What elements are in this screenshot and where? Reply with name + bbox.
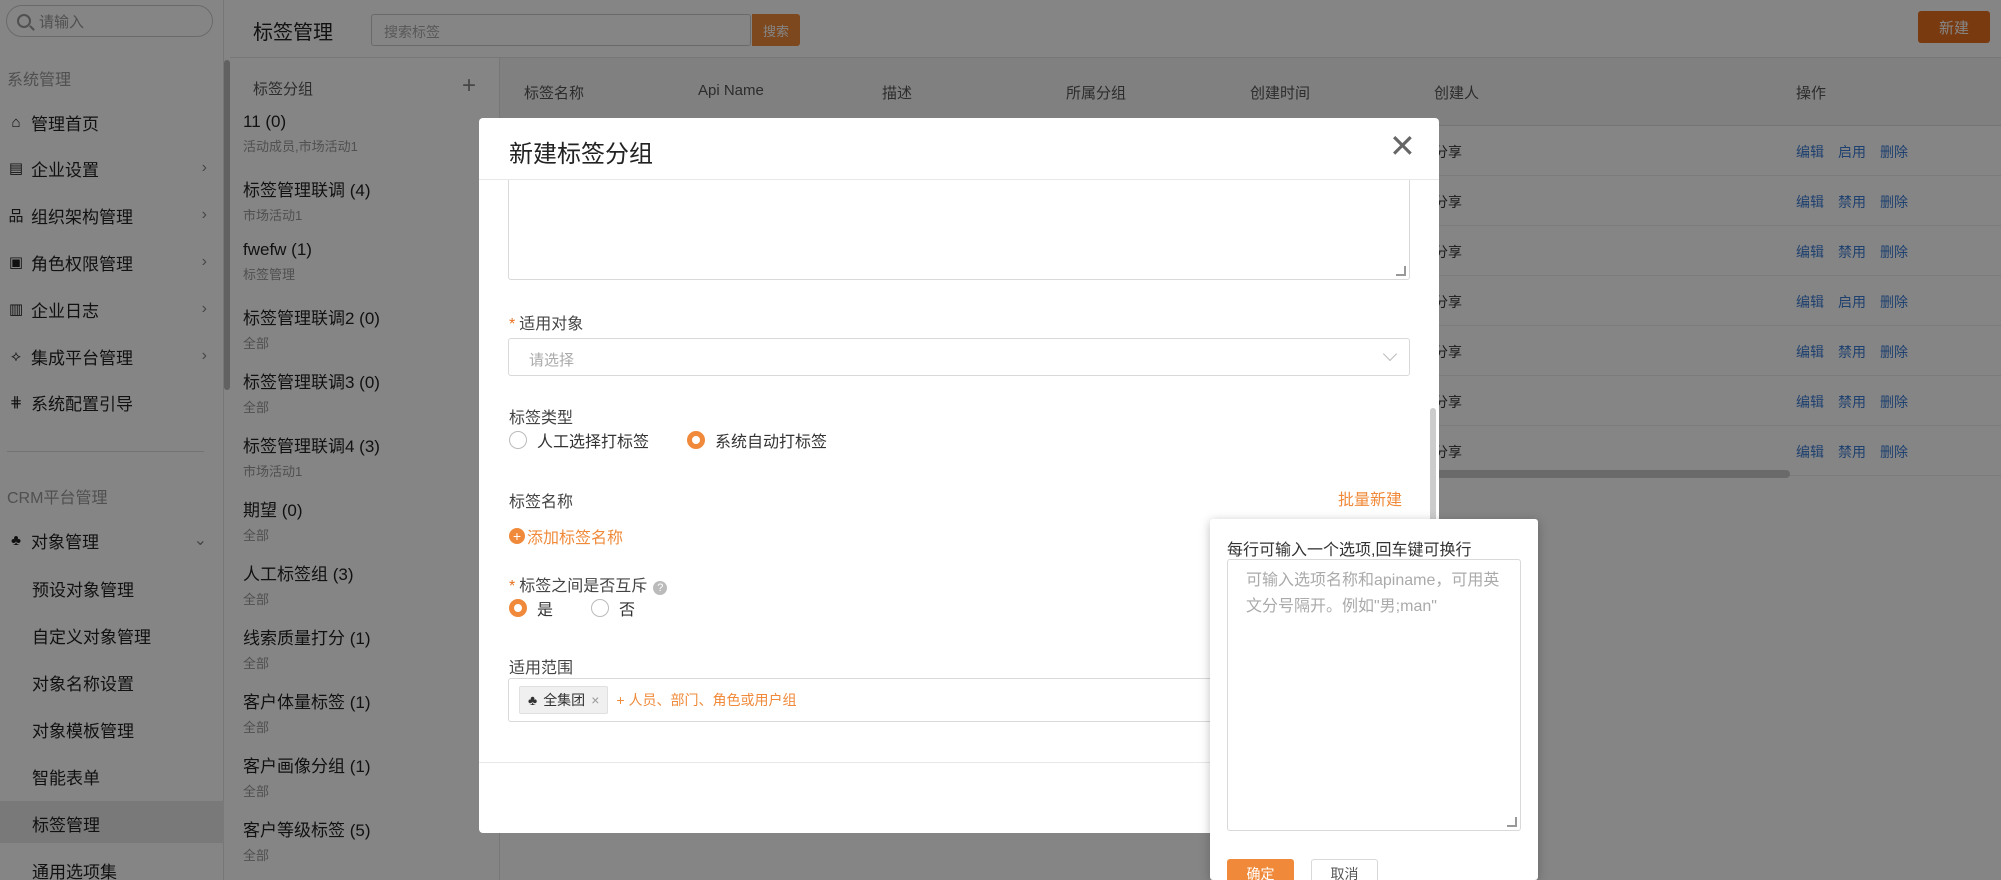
modal-header: 新建标签分组 ✕ — [479, 118, 1439, 180]
mutex-option-no[interactable]: 否 — [591, 596, 635, 620]
batch-create-popover: 每行可输入一个选项,回车键可换行 可输入选项名称和apiname，可用英文分号隔… — [1210, 519, 1538, 880]
applicable-object-label: * 适用对象 — [509, 310, 583, 334]
tag-type-option-manual[interactable]: 人工选择打标签 — [509, 428, 649, 452]
help-icon[interactable]: ? — [653, 581, 668, 595]
tag-type-radio-group: 人工选择打标签 系统自动打标签 — [509, 428, 865, 452]
radio-icon — [591, 599, 610, 617]
radio-label: 是 — [537, 602, 554, 619]
batch-create-link[interactable]: 批量新建 — [1338, 486, 1402, 510]
applicable-object-select[interactable]: 请选择 — [508, 338, 1410, 376]
cancel-button[interactable]: 取消 — [1311, 859, 1378, 880]
select-placeholder: 请选择 — [529, 352, 575, 369]
add-scope-link[interactable]: + 人员、部门、角色或用户组 — [616, 690, 796, 710]
confirm-button[interactable]: 确定 — [1227, 859, 1294, 880]
description-textarea[interactable] — [508, 180, 1410, 280]
tag-name-label: 标签名称 — [509, 494, 574, 511]
remove-tag-icon[interactable]: × — [591, 692, 599, 708]
popover-label: 每行可输入一个选项,回车键可换行 — [1227, 542, 1472, 559]
group-icon: ♣ — [528, 692, 538, 708]
chevron-down-icon — [1382, 346, 1398, 362]
close-icon[interactable]: ✕ — [1389, 130, 1416, 162]
mutex-option-yes[interactable]: 是 — [509, 596, 553, 620]
radio-label: 系统自动打标签 — [715, 434, 828, 451]
add-circle-icon: + — [509, 528, 525, 544]
resize-grip-icon — [1507, 817, 1517, 827]
radio-checked-icon — [687, 431, 706, 449]
tag-type-option-auto[interactable]: 系统自动打标签 — [687, 428, 827, 452]
add-tag-name-button[interactable]: + 添加标签名称 — [509, 524, 623, 548]
mutex-radio-group: 是 否 — [509, 596, 673, 620]
add-link-label: 添加标签名称 — [527, 530, 624, 547]
scope-tag: ♣ 全集团 × — [519, 686, 609, 714]
required-mark: * — [509, 578, 516, 595]
scope-tag-label: 全集团 — [543, 692, 586, 708]
required-mark: * — [509, 316, 516, 333]
label-text: 适用对象 — [519, 316, 584, 333]
radio-label: 否 — [619, 602, 636, 619]
textarea-placeholder: 可输入选项名称和apiname，可用英文分号隔开。例如"男;man" — [1246, 572, 1500, 615]
radio-checked-icon — [509, 599, 527, 617]
label-text: 标签之间是否互斥 — [519, 578, 648, 595]
modal-title: 新建标签分组 — [509, 141, 653, 168]
batch-options-textarea[interactable]: 可输入选项名称和apiname，可用英文分号隔开。例如"男;man" — [1227, 559, 1521, 831]
radio-icon — [509, 431, 527, 449]
mutex-label: * 标签之间是否互斥? — [509, 572, 668, 596]
resize-grip-icon — [1396, 266, 1406, 276]
radio-label: 人工选择打标签 — [537, 434, 650, 451]
scope-label: 适用范围 — [509, 660, 574, 677]
tag-type-label: 标签类型 — [509, 410, 574, 427]
